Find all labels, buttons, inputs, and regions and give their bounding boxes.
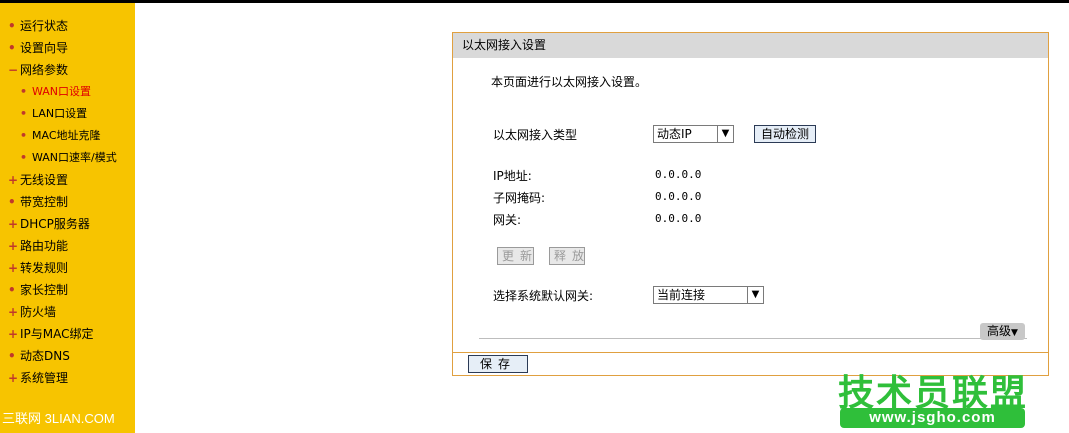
default-gateway-label: 选择系统默认网关: [493, 289, 594, 303]
sidebar-item-label: 路由功能 [20, 239, 69, 253]
connection-type-value: 动态IP [657, 127, 692, 141]
watermark: 三联网 3LIAN.COM [2, 411, 115, 426]
subnet-mask-label: 子网掩码: [493, 191, 546, 205]
gateway-value: 0.0.0.0 [655, 212, 702, 225]
bullet-icon: • [20, 129, 28, 142]
sidebar-item-label: 带宽控制 [20, 195, 69, 209]
top-border [0, 0, 1069, 3]
chevron-down-icon: ▼ [747, 287, 763, 303]
sidebar-item-network[interactable]: − 网络参数 [8, 61, 68, 79]
advanced-button[interactable]: 高级▼ [980, 323, 1025, 340]
expand-icon: + [8, 305, 19, 319]
sidebar-item-label: 网络参数 [20, 63, 69, 77]
sidebar-item-label: DHCP服务器 [20, 217, 90, 231]
sidebar-item-label: 系统管理 [20, 371, 69, 385]
collapse-icon: − [8, 63, 19, 77]
sidebar-item-label: 运行状态 [20, 19, 69, 33]
sidebar-item-bandwidth[interactable]: • 带宽控制 [8, 193, 68, 211]
sidebar-item-mac-clone[interactable]: • MAC地址克隆 [20, 127, 101, 145]
sidebar-item-routing[interactable]: + 路由功能 [8, 237, 68, 255]
sidebar-item-label: LAN口设置 [32, 107, 88, 120]
sidebar-item-label: 家长控制 [20, 283, 69, 297]
expand-icon: + [8, 327, 19, 341]
sidebar-item-dhcp[interactable]: + DHCP服务器 [8, 215, 90, 233]
sidebar-item-system[interactable]: + 系统管理 [8, 369, 68, 387]
sidebar-item-label: 动态DNS [20, 349, 70, 363]
sidebar-item-label: 设置向导 [20, 41, 69, 55]
site-logo: 技术员联盟 www.jsgho.com [838, 364, 1038, 433]
connection-type-label: 以太网接入类型 [493, 128, 578, 142]
sidebar-nav: • 运行状态 • 设置向导 − 网络参数 • WAN口设置 • LAN口设置 • MAC地址… [0, 3, 135, 433]
bullet-icon: • [8, 283, 16, 297]
bullet-icon: • [20, 107, 28, 120]
sidebar-item-label: IP与MAC绑定 [20, 327, 94, 341]
ip-address-value: 0.0.0.0 [655, 168, 702, 181]
panel-title: 以太网接入设置 [453, 33, 1048, 58]
renew-button[interactable]: 更新 [497, 247, 534, 265]
default-gateway-value: 当前连接 [657, 288, 706, 302]
sidebar-item-wan-speed[interactable]: • WAN口速率/模式 [20, 149, 117, 167]
sidebar-item-firewall[interactable]: + 防火墙 [8, 303, 56, 321]
caret-down-icon: ▼ [1011, 328, 1018, 338]
expand-icon: + [8, 371, 19, 385]
page-description: 本页面进行以太网接入设置。 [491, 75, 648, 89]
sidebar-item-wizard[interactable]: • 设置向导 [8, 39, 68, 57]
sidebar-item-forwarding[interactable]: + 转发规则 [8, 259, 68, 277]
bullet-icon: • [20, 151, 28, 164]
section-divider [479, 338, 1027, 339]
sidebar-item-wireless[interactable]: + 无线设置 [8, 171, 68, 189]
sidebar-item-label: WAN口速率/模式 [32, 151, 117, 164]
sidebar-item-ddns[interactable]: • 动态DNS [8, 347, 70, 365]
sidebar-item-ip-mac[interactable]: + IP与MAC绑定 [8, 325, 94, 343]
auto-detect-button[interactable]: 自动检测 [754, 125, 816, 143]
bullet-icon: • [8, 41, 16, 55]
expand-icon: + [8, 173, 19, 187]
advanced-label: 高级 [987, 324, 1012, 338]
ethernet-settings-panel: 以太网接入设置 本页面进行以太网接入设置。 以太网接入类型 动态IP ▼ 自动检… [452, 32, 1049, 376]
sidebar-item-label: 转发规则 [20, 261, 69, 275]
expand-icon: + [8, 261, 19, 275]
chevron-down-icon: ▼ [717, 126, 733, 142]
release-button[interactable]: 释放 [549, 247, 585, 265]
sidebar-item-label: WAN口设置 [32, 85, 92, 98]
sidebar-item-label: 防火墙 [20, 305, 57, 319]
sidebar-item-lan[interactable]: • LAN口设置 [20, 105, 87, 123]
bullet-icon: • [8, 19, 16, 33]
logo-url: www.jsgho.com [840, 408, 1025, 428]
save-button[interactable]: 保存 [468, 355, 528, 373]
gateway-label: 网关: [493, 213, 522, 227]
sidebar-item-label: 无线设置 [20, 173, 69, 187]
footer-divider [453, 352, 1048, 353]
bullet-icon: • [8, 195, 16, 209]
sidebar-item-parental[interactable]: • 家长控制 [8, 281, 68, 299]
bullet-icon: • [8, 349, 16, 363]
sidebar-item-status[interactable]: • 运行状态 [8, 17, 68, 35]
sidebar-item-label: MAC地址克隆 [32, 129, 101, 142]
default-gateway-select[interactable]: 当前连接 ▼ [653, 286, 764, 304]
sidebar-item-wan[interactable]: • WAN口设置 [20, 83, 91, 101]
subnet-mask-value: 0.0.0.0 [655, 190, 702, 203]
connection-type-select[interactable]: 动态IP ▼ [653, 125, 734, 143]
ip-address-label: IP地址: [493, 169, 532, 183]
expand-icon: + [8, 239, 19, 253]
expand-icon: + [8, 217, 19, 231]
bullet-icon: • [20, 85, 28, 98]
